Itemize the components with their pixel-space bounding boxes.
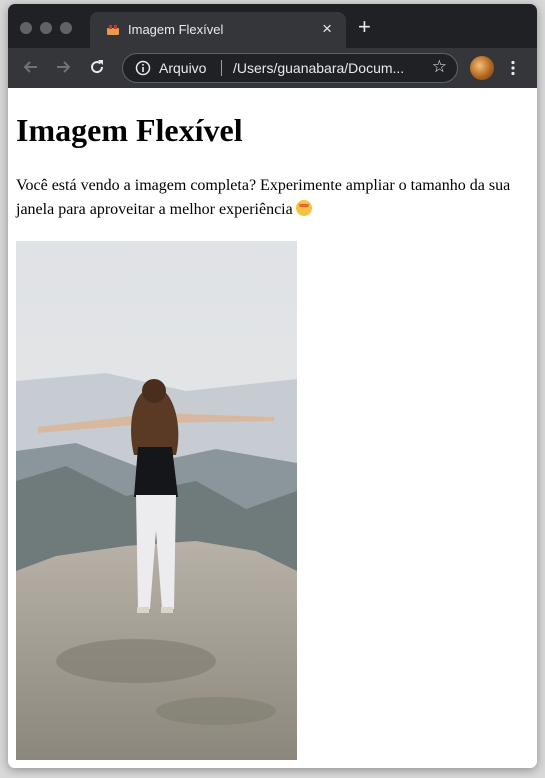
webpage-emoji-icon [107, 25, 119, 35]
browser-window: Imagem Flexível × + Arquivo /Users/guana… [8, 4, 537, 768]
intro-paragraph: Você está vendo a imagem completa? Exper… [16, 174, 528, 222]
window-zoom-control[interactable] [60, 22, 72, 34]
page-content: Imagem Flexível Você está vendo a imagem… [8, 88, 537, 768]
tab-bar: Imagem Flexível × + [8, 4, 537, 48]
kebab-menu-icon[interactable] [510, 60, 516, 76]
rock-shadow [156, 697, 276, 725]
window-close-control[interactable] [20, 22, 32, 34]
browser-toolbar: Arquivo /Users/guanabara/Docum... ☆ [8, 48, 537, 88]
window-minimize-control[interactable] [40, 22, 52, 34]
tab-active[interactable]: Imagem Flexível × [90, 12, 346, 48]
rock-crevice [56, 639, 216, 683]
scheme-label: Arquivo [159, 60, 207, 76]
mind-blown-emoji-icon [295, 200, 312, 216]
tab-close-button[interactable]: × [322, 19, 332, 39]
url-text[interactable]: /Users/guanabara/Docum... [233, 60, 404, 76]
address-bar[interactable]: Arquivo /Users/guanabara/Docum... ☆ [122, 53, 458, 83]
reload-icon[interactable] [88, 58, 106, 76]
back-arrow-icon[interactable] [22, 58, 40, 76]
omnibox-divider [221, 60, 222, 76]
intro-text: Você está vendo a imagem completa? Exper… [16, 177, 511, 218]
forward-arrow-icon[interactable] [54, 58, 72, 76]
page-heading: Imagem Flexível [16, 112, 243, 148]
flexible-image [16, 241, 297, 760]
tab-title: Imagem Flexível [128, 22, 224, 37]
bookmark-star-icon[interactable]: ☆ [432, 57, 447, 77]
profile-avatar[interactable] [470, 56, 494, 80]
new-tab-button[interactable]: + [358, 16, 371, 38]
info-icon[interactable] [135, 60, 151, 76]
